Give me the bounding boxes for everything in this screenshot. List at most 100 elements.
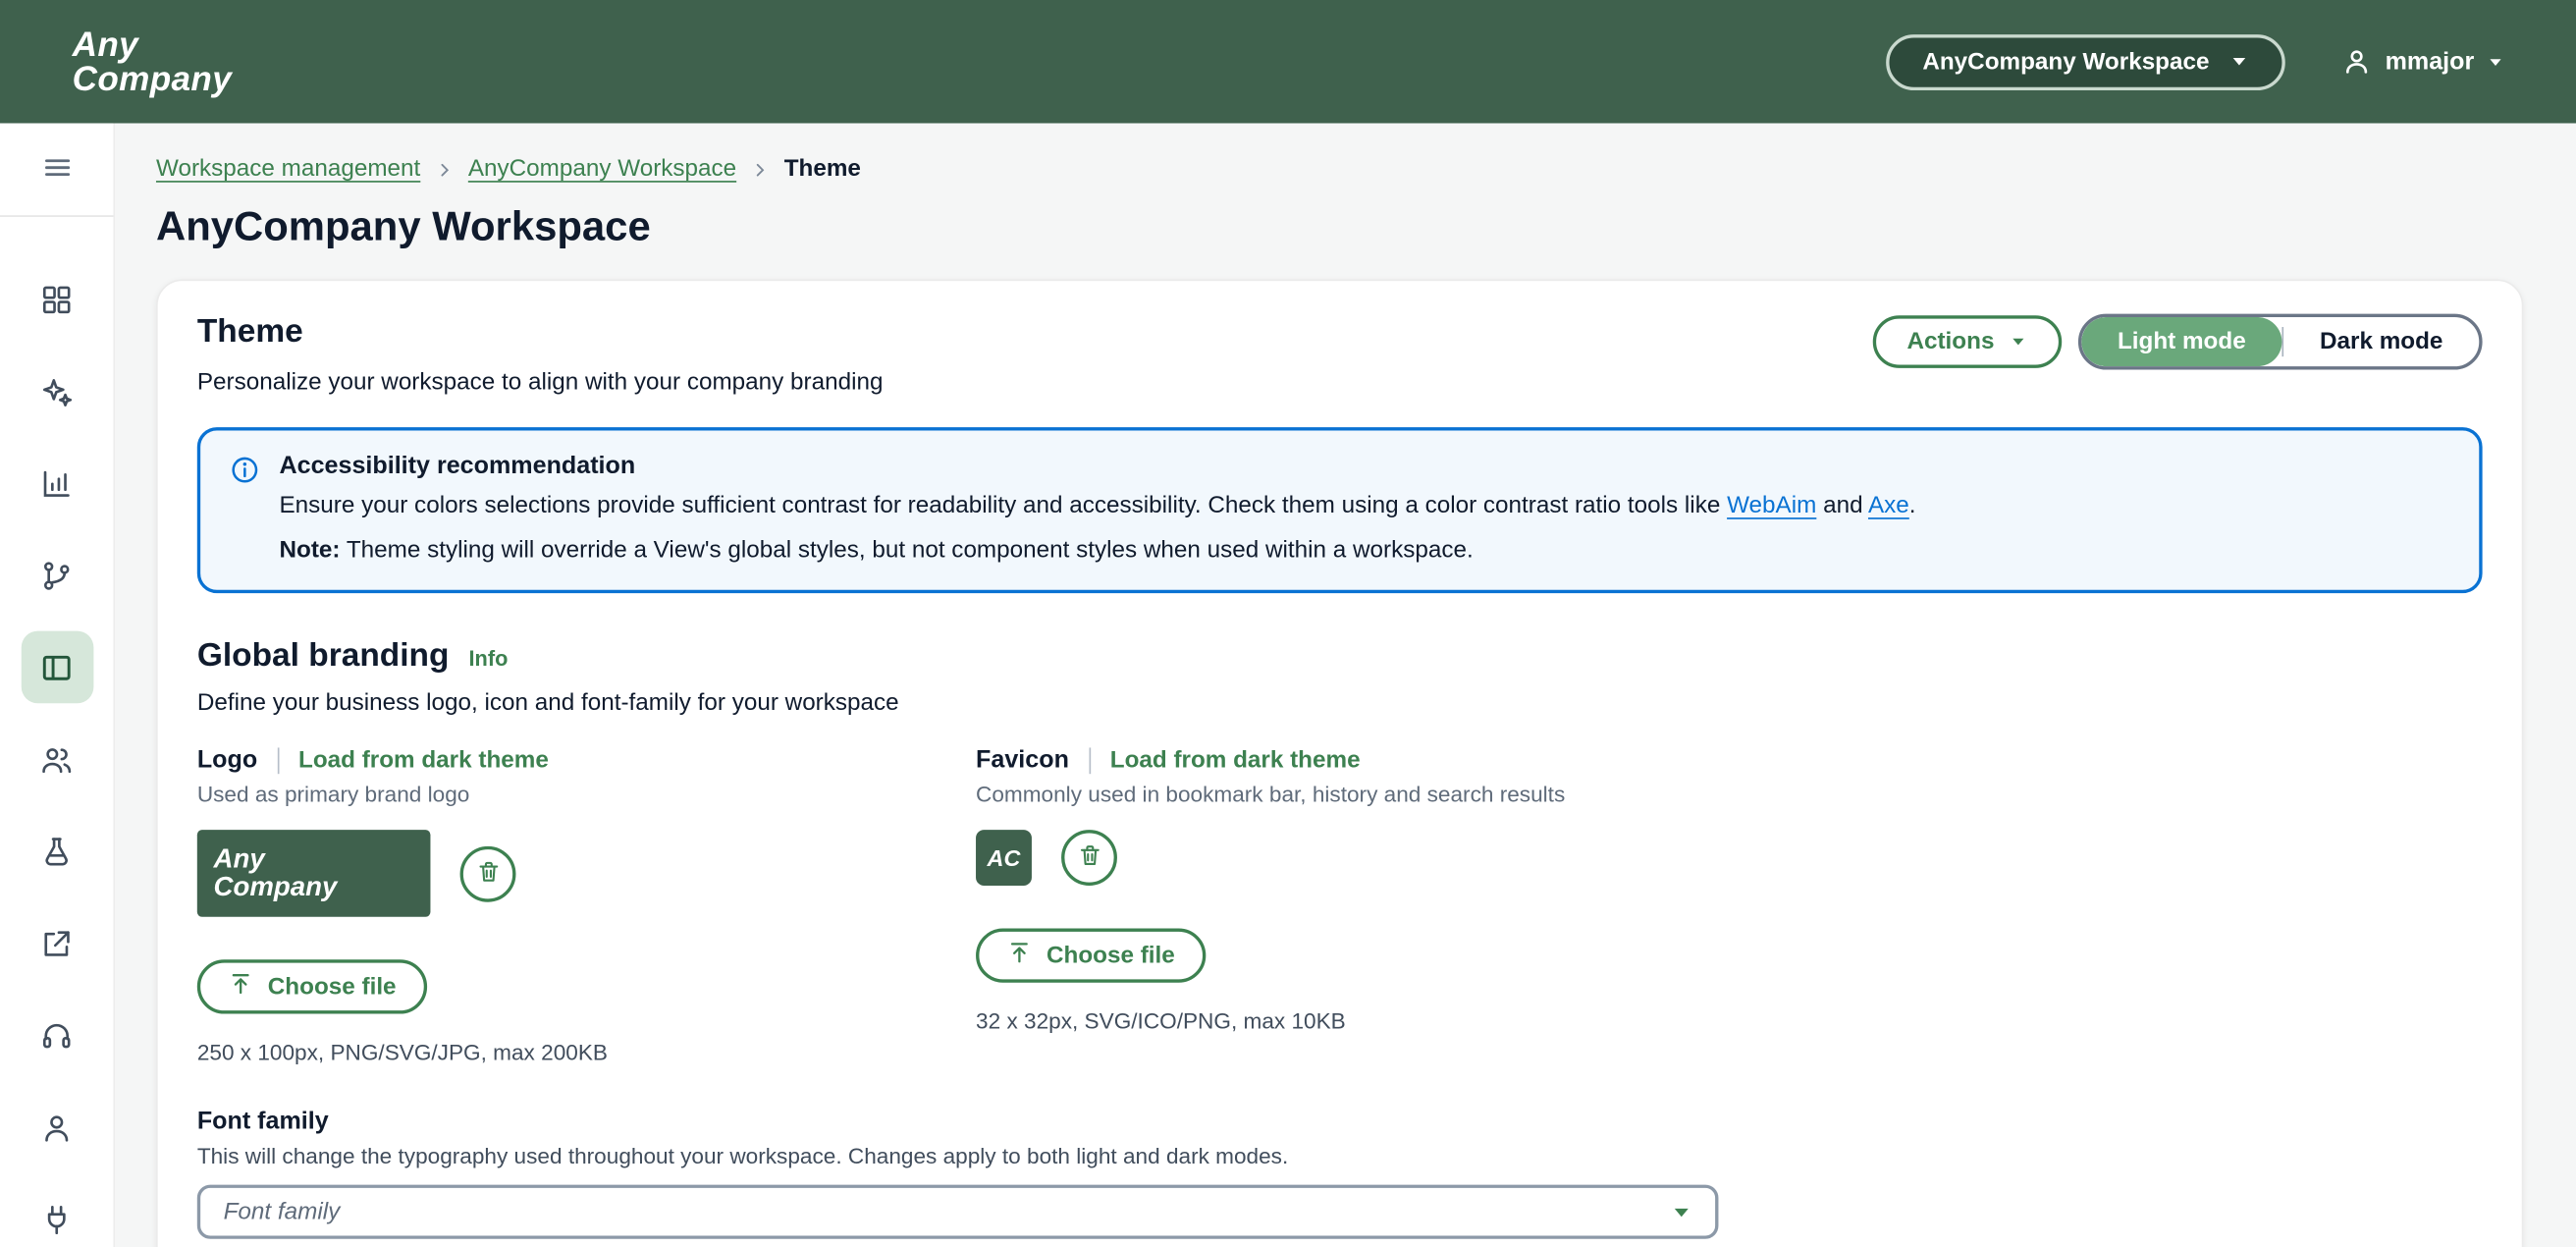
sidebar-item-ai-assistant[interactable] xyxy=(0,345,114,437)
hamburger-menu-icon xyxy=(41,150,74,188)
mode-toggle: Light mode Dark mode xyxy=(2078,314,2483,370)
company-logo-line2: Company xyxy=(73,62,232,96)
app-root: Any Company AnyCompany Workspace mmajor xyxy=(0,0,2576,1247)
breadcrumb-link-anycompany-workspace[interactable]: AnyCompany Workspace xyxy=(468,156,736,183)
favicon-preview: AC xyxy=(976,830,1032,886)
chevron-down-icon xyxy=(1671,1204,1692,1220)
topbar: Any Company AnyCompany Workspace mmajor xyxy=(0,0,2576,124)
users-icon xyxy=(21,723,93,795)
alert-text: Ensure your colors selections provide su… xyxy=(279,490,1915,524)
user-name: mmajor xyxy=(2386,48,2475,76)
topbar-right: AnyCompany Workspace mmajor xyxy=(1887,33,2504,89)
logo-constraint-text: 250 x 100px, PNG/SVG/JPG, max 200KB xyxy=(197,1040,976,1064)
sidebar-item-integrations[interactable] xyxy=(0,1173,114,1247)
flask-icon xyxy=(21,815,93,888)
alert-title: Accessibility recommendation xyxy=(279,452,1915,479)
company-logo-line1: Any xyxy=(73,27,232,62)
dashboard-icon xyxy=(21,263,93,336)
font-family-description: This will change the typography used thr… xyxy=(197,1144,2483,1168)
sidebar-item-flows[interactable] xyxy=(0,529,114,622)
dark-mode-button[interactable]: Dark mode xyxy=(2283,317,2479,366)
chevron-down-icon xyxy=(2009,335,2026,348)
font-family-select-placeholder: Font family xyxy=(224,1199,341,1225)
sidebar-item-workspace-layout[interactable] xyxy=(0,622,114,714)
chevron-right-icon xyxy=(435,160,453,178)
page-title: AnyCompany Workspace xyxy=(156,204,2523,252)
favicon-preview-row: AC xyxy=(976,830,2483,886)
sidebar-item-support[interactable] xyxy=(0,989,114,1081)
webaim-link[interactable]: WebAim xyxy=(1727,493,1816,519)
logo-field-label: Logo xyxy=(197,746,257,774)
favicon-constraint-text: 32 x 32px, SVG/ICO/PNG, max 10KB xyxy=(976,1009,2483,1034)
sidebar-item-external-app[interactable] xyxy=(0,897,114,990)
global-branding-info-link[interactable]: Info xyxy=(469,646,509,671)
theme-card-controls: Actions Light mode Dark mode xyxy=(1872,314,2482,370)
logo-preview-line2: Company xyxy=(214,874,431,901)
actions-button-label: Actions xyxy=(1906,329,1994,355)
global-branding-title: Global branding xyxy=(197,637,450,675)
person-icon xyxy=(21,1091,93,1164)
upload-icon xyxy=(1007,940,1032,971)
logo-load-from-dark-theme-link[interactable]: Load from dark theme xyxy=(298,747,549,774)
sidebar-toggle-button[interactable] xyxy=(0,124,115,216)
info-icon xyxy=(230,456,259,569)
vertical-divider xyxy=(277,747,279,774)
user-menu[interactable]: mmajor xyxy=(2340,46,2503,78)
breadcrumb-link-workspace-management[interactable]: Workspace management xyxy=(156,156,420,183)
sidebar xyxy=(0,124,115,1247)
favicon-field-label: Favicon xyxy=(976,746,1069,774)
sidebar-item-experiments[interactable] xyxy=(0,805,114,897)
alert-note-label: Note: xyxy=(279,537,340,564)
theme-section-subtitle: Personalize your workspace to align with… xyxy=(197,370,884,397)
theme-card-header: Theme Personalize your workspace to alig… xyxy=(197,314,2483,397)
logo-field-description: Used as primary brand logo xyxy=(197,783,976,807)
company-logo[interactable]: Any Company xyxy=(73,27,232,96)
chevron-right-icon xyxy=(751,160,769,178)
delete-favicon-button[interactable] xyxy=(1061,830,1117,886)
sidebar-item-analytics[interactable] xyxy=(0,437,114,529)
font-family-select[interactable]: Font family xyxy=(197,1185,1719,1239)
global-branding-header: Global branding Info xyxy=(197,637,2483,675)
sidebar-item-profile[interactable] xyxy=(0,1081,114,1173)
headphones-icon xyxy=(21,999,93,1071)
favicon-field-description: Commonly used in bookmark bar, history a… xyxy=(976,783,2483,807)
light-mode-button[interactable]: Light mode xyxy=(2081,317,2281,366)
main-content: Workspace management AnyCompany Workspac… xyxy=(115,124,2576,1247)
logo-column: Logo Load from dark theme Used as primar… xyxy=(197,746,976,1065)
vertical-divider xyxy=(1089,747,1091,774)
favicon-choose-file-button[interactable]: Choose file xyxy=(976,929,1207,983)
plug-icon xyxy=(21,1183,93,1247)
accessibility-alert: Accessibility recommendation Ensure your… xyxy=(197,427,2483,593)
logo-choose-file-button[interactable]: Choose file xyxy=(197,959,428,1013)
font-family-label: Font family xyxy=(197,1108,2483,1135)
breadcrumb: Workspace management AnyCompany Workspac… xyxy=(156,156,2523,183)
favicon-column: Favicon Load from dark theme Commonly us… xyxy=(976,746,2483,1065)
axe-link[interactable]: Axe xyxy=(1868,493,1909,519)
sidebar-item-dashboard[interactable] xyxy=(0,253,114,346)
sidebar-nav xyxy=(0,217,113,1247)
trash-icon xyxy=(475,858,500,888)
external-link-icon xyxy=(21,907,93,980)
branch-icon xyxy=(21,539,93,612)
logo-preview-row: Any Company xyxy=(197,830,976,917)
workspace-selector-label: AnyCompany Workspace xyxy=(1922,48,2209,75)
bar-chart-icon xyxy=(21,447,93,519)
workspace-selector-button[interactable]: AnyCompany Workspace xyxy=(1887,33,2285,89)
logo-choose-file-label: Choose file xyxy=(268,974,397,1001)
actions-button[interactable]: Actions xyxy=(1872,315,2062,368)
trash-icon xyxy=(1077,843,1101,873)
branding-grid: Logo Load from dark theme Used as primar… xyxy=(197,746,2483,1065)
breadcrumb-current-theme: Theme xyxy=(784,156,861,183)
favicon-label-row: Favicon Load from dark theme xyxy=(976,746,2483,774)
workspace-layout-icon xyxy=(21,631,93,704)
favicon-load-from-dark-theme-link[interactable]: Load from dark theme xyxy=(1110,747,1361,774)
logo-label-row: Logo Load from dark theme xyxy=(197,746,976,774)
alert-text-segment: and xyxy=(1816,493,1868,519)
logo-preview-line1: Any xyxy=(214,845,431,873)
delete-logo-button[interactable] xyxy=(460,845,516,901)
sidebar-item-users[interactable] xyxy=(0,713,114,805)
upload-icon xyxy=(229,971,253,1003)
user-icon xyxy=(2340,46,2372,78)
theme-section-title: Theme xyxy=(197,314,884,352)
global-branding-subtitle: Define your business logo, icon and font… xyxy=(197,690,2483,717)
